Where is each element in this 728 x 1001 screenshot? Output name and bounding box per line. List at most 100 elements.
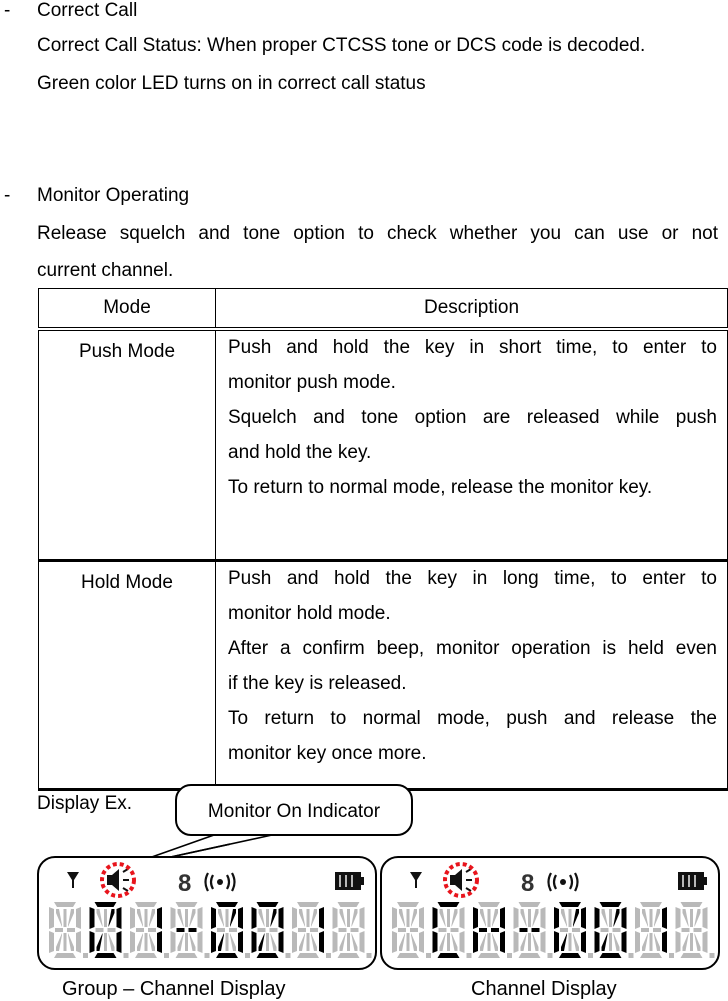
- lcd-segment: [480, 909, 486, 927]
- lcd-segment: [451, 909, 458, 927]
- lcd-segment: [89, 931, 95, 953]
- lcd-segment: [63, 933, 67, 951]
- lcd-segment: [311, 909, 317, 927]
- lcd-segment: [662, 931, 667, 953]
- lcd-decimal-point: [426, 953, 431, 958]
- lcd-segment: [337, 953, 360, 958]
- caption-group-channel-display: Group – Channel Display: [62, 978, 286, 1000]
- lcd-segment: [170, 907, 176, 929]
- lcd-decimal-point: [507, 953, 512, 958]
- lcd-segment: [177, 909, 184, 927]
- lcd-segment: [96, 909, 103, 927]
- lcd-segment: [642, 909, 648, 927]
- lcd-segment: [702, 931, 708, 953]
- lcd-segment: [599, 902, 622, 907]
- lcd-segment: [144, 933, 148, 951]
- lcd-segment: [641, 928, 649, 932]
- correct-call-line-1: Correct Call Status: When proper CTCSS t…: [37, 35, 646, 56]
- description-line: Push and hold the key in long time, to e…: [228, 568, 717, 589]
- lcd-segment: [175, 953, 198, 958]
- table-row: Push Mode Push and hold the key in short…: [38, 328, 728, 562]
- lcd-digit: [49, 902, 88, 958]
- lcd-segment: [572, 928, 580, 932]
- lcd-segment: [225, 933, 229, 951]
- lcd-segment: [104, 909, 107, 927]
- lcd-segment: [654, 909, 660, 927]
- section-title-monitor-operating: Monitor Operating: [37, 185, 190, 206]
- lcd-segment: [399, 933, 405, 951]
- lcd-digit: [392, 902, 431, 958]
- lcd-segment: [350, 928, 359, 932]
- lcd-digit: [130, 902, 169, 958]
- lcd-segment: [157, 907, 162, 929]
- lcd-segment: [531, 928, 540, 932]
- lcd-segment: [297, 902, 319, 907]
- lcd-segment: [439, 933, 446, 951]
- description-line: if the key is released.: [228, 673, 407, 694]
- lcd-digit: [675, 902, 715, 958]
- lcd-segment: [635, 931, 640, 953]
- lcd-segment: [621, 907, 627, 929]
- lcd-segment: [520, 909, 527, 927]
- lcd-segment: [478, 902, 500, 907]
- lcd-segment: [54, 902, 76, 907]
- lcd-segment: [256, 902, 279, 907]
- lcd-segment: [500, 907, 505, 929]
- key-lock-icon: 8: [178, 870, 191, 897]
- lcd-segment: [560, 928, 568, 932]
- lcd-segment: [478, 953, 500, 958]
- lcd-decimal-point: [326, 953, 331, 958]
- lcd-segment: [554, 907, 559, 929]
- key-lock-icon: 8: [521, 870, 534, 897]
- lcd-segment: [432, 907, 438, 929]
- lcd-segment: [299, 933, 305, 951]
- lcd-segment: [76, 907, 81, 929]
- lcd-segment: [392, 907, 397, 929]
- lcd-panel: 8: [392, 862, 715, 958]
- lcd-segment: [68, 909, 74, 927]
- vibrate-icon: [547, 872, 579, 892]
- lcd-segment: [96, 933, 103, 951]
- lcd-segment: [107, 928, 116, 932]
- description-line: monitor key once more.: [228, 743, 427, 764]
- lcd-segment: [266, 909, 269, 927]
- lcd-segment: [238, 931, 243, 953]
- lcd-segment: [298, 928, 306, 932]
- lcd-segment: [55, 928, 63, 932]
- lcd-segment: [397, 953, 419, 958]
- lcd-segment: [532, 933, 539, 951]
- bullet-dash: -: [4, 185, 11, 206]
- lcd-segment: [95, 928, 104, 932]
- lcd-segment: [601, 909, 608, 927]
- speaker-icon: [107, 868, 129, 892]
- lcd-decimal-point: [245, 953, 250, 958]
- lcd-segment: [218, 933, 224, 951]
- lcd-segment: [225, 909, 229, 927]
- lcd-segment: [437, 902, 460, 907]
- lcd-segment: [675, 907, 681, 929]
- lcd-segment: [189, 909, 196, 927]
- lcd-digit: [635, 902, 674, 958]
- lcd-decimal-point: [123, 953, 129, 958]
- lcd-segment: [439, 909, 446, 927]
- lcd-segment: [649, 933, 653, 951]
- lcd-segment: [135, 902, 157, 907]
- lcd-decimal-point: [466, 953, 472, 958]
- lcd-segment: [359, 931, 365, 953]
- lcd-segment: [518, 902, 541, 907]
- lcd-segment: [56, 909, 62, 927]
- lcd-segment: [116, 931, 122, 953]
- caption-channel-display: Channel Display: [471, 978, 617, 1000]
- lcd-segment: [411, 909, 417, 927]
- description-line: To return to normal mode, release the mo…: [228, 477, 653, 498]
- mode-name: Push Mode: [78, 341, 176, 362]
- lcd-segment: [411, 933, 417, 951]
- lcd-segment: [185, 933, 188, 951]
- lcd-segment: [216, 902, 238, 907]
- lcd-digit: [89, 902, 129, 958]
- lcd-segment: [278, 907, 284, 929]
- lcd-segment: [89, 907, 95, 929]
- lcd-segment: [480, 933, 486, 951]
- lcd-digit: [292, 902, 331, 958]
- lcd-decimal-point: [285, 953, 291, 958]
